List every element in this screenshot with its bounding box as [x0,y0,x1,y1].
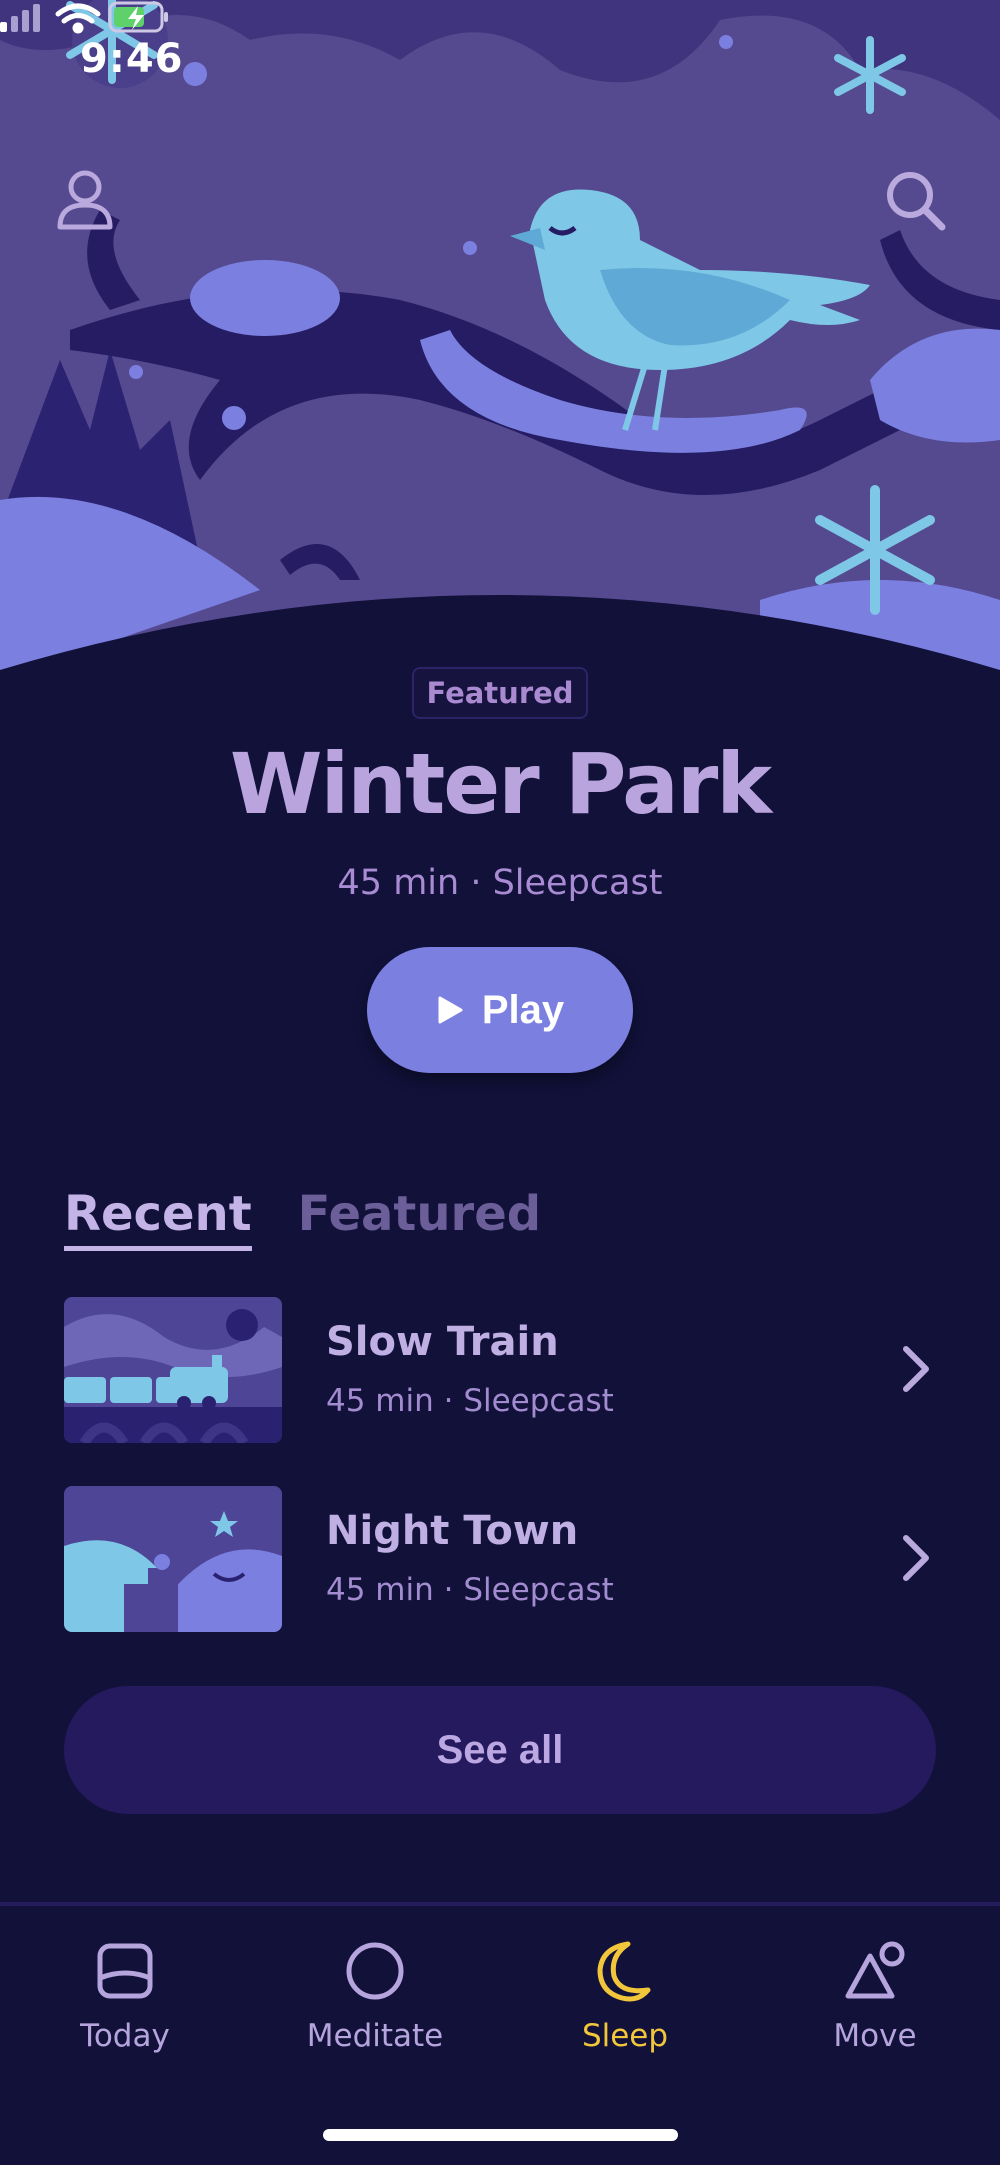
nav-label-move: Move [833,2018,917,2054]
meditate-circle-icon [346,1942,404,2000]
list-item-meta: 45 min · Sleepcast [326,1383,614,1419]
search-button[interactable] [880,165,950,235]
status-icons [0,1,168,34]
nav-label-today: Today [80,2018,170,2054]
profile-button[interactable] [50,165,120,235]
chevron-right-icon [903,1535,929,1581]
nav-item-meditate[interactable]: Meditate [275,1936,475,2054]
play-button[interactable]: Play [367,947,633,1073]
list-item-night-town[interactable]: Night Town 45 min · Sleepcast [64,1486,936,1632]
tab-recent[interactable]: Recent [64,1186,252,1251]
featured-badge: Featured [412,667,588,719]
search-icon [887,172,946,231]
list-item-slow-train[interactable]: Slow Train 45 min · Sleepcast [64,1297,936,1443]
play-label: Play [481,987,565,1032]
home-indicator [323,2129,678,2141]
person-icon [57,170,113,230]
bottom-nav: Today Meditate Sleep Move [0,1902,1000,2165]
move-shapes-icon [845,1941,905,1999]
nav-label-sleep: Sleep [581,2018,669,2054]
signal-icon [0,4,40,32]
see-all-button[interactable]: See all [64,1686,936,1814]
list-item-title: Slow Train [326,1319,559,1365]
moon-icon [597,1941,651,2002]
status-time: 9:46 [80,36,184,82]
content-tabs: Recent Featured [64,1186,541,1251]
featured-meta: 45 min · Sleepcast [337,863,663,903]
status-bar: 9:46 [0,0,1000,120]
tab-featured[interactable]: Featured [298,1186,542,1251]
night-town-thumbnail [64,1486,282,1632]
today-icon [97,1943,153,1999]
list-item-meta: 45 min · Sleepcast [326,1572,614,1608]
wifi-icon [55,3,101,34]
page-title: Winter Park [229,735,772,833]
list-item-title: Night Town [326,1508,579,1554]
nav-item-move[interactable]: Move [775,1936,975,2054]
battery-charging-icon [108,1,168,33]
chevron-right-icon [903,1346,929,1392]
nav-item-today[interactable]: Today [25,1936,225,2054]
slow-train-thumbnail [64,1297,282,1443]
nav-item-sleep[interactable]: Sleep [525,1936,725,2054]
hero-illustration: 9:46 [0,0,1000,680]
nav-label-meditate: Meditate [306,2018,444,2054]
play-icon [438,996,463,1024]
